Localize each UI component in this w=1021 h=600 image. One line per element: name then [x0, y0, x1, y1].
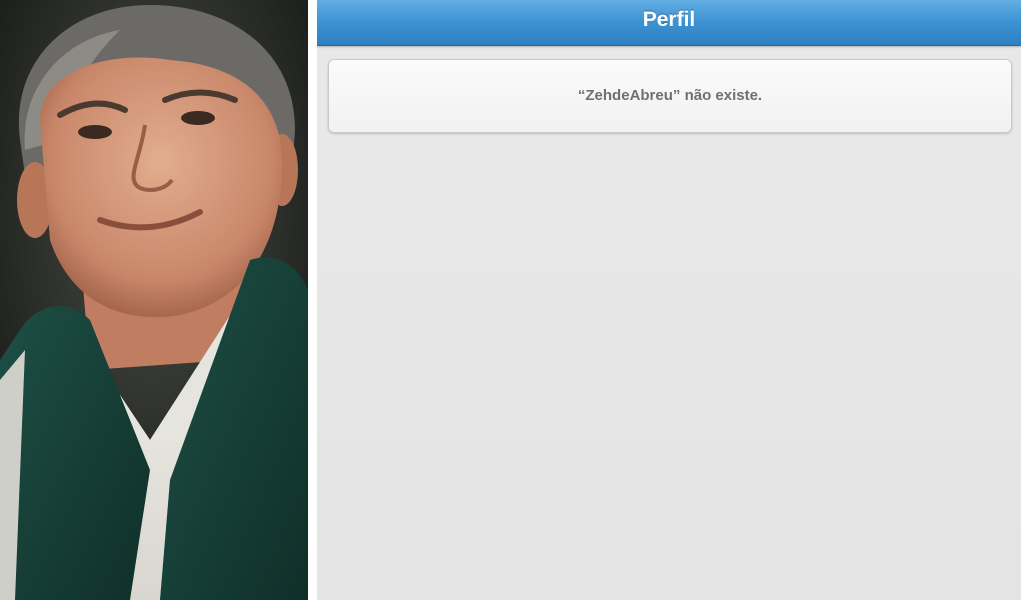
portrait-photo	[0, 0, 308, 600]
navigation-bar: Perfil	[317, 0, 1021, 46]
panel-divider	[308, 0, 317, 600]
portrait-illustration	[0, 0, 308, 600]
error-message: “ZehdeAbreu” não existe.	[577, 87, 763, 104]
screen: Perfil “ZehdeAbreu” não existe.	[0, 0, 1021, 600]
app-panel: Perfil “ZehdeAbreu” não existe.	[317, 0, 1021, 600]
page-title: Perfil	[642, 8, 696, 31]
error-message-card: “ZehdeAbreu” não existe.	[328, 59, 1012, 133]
